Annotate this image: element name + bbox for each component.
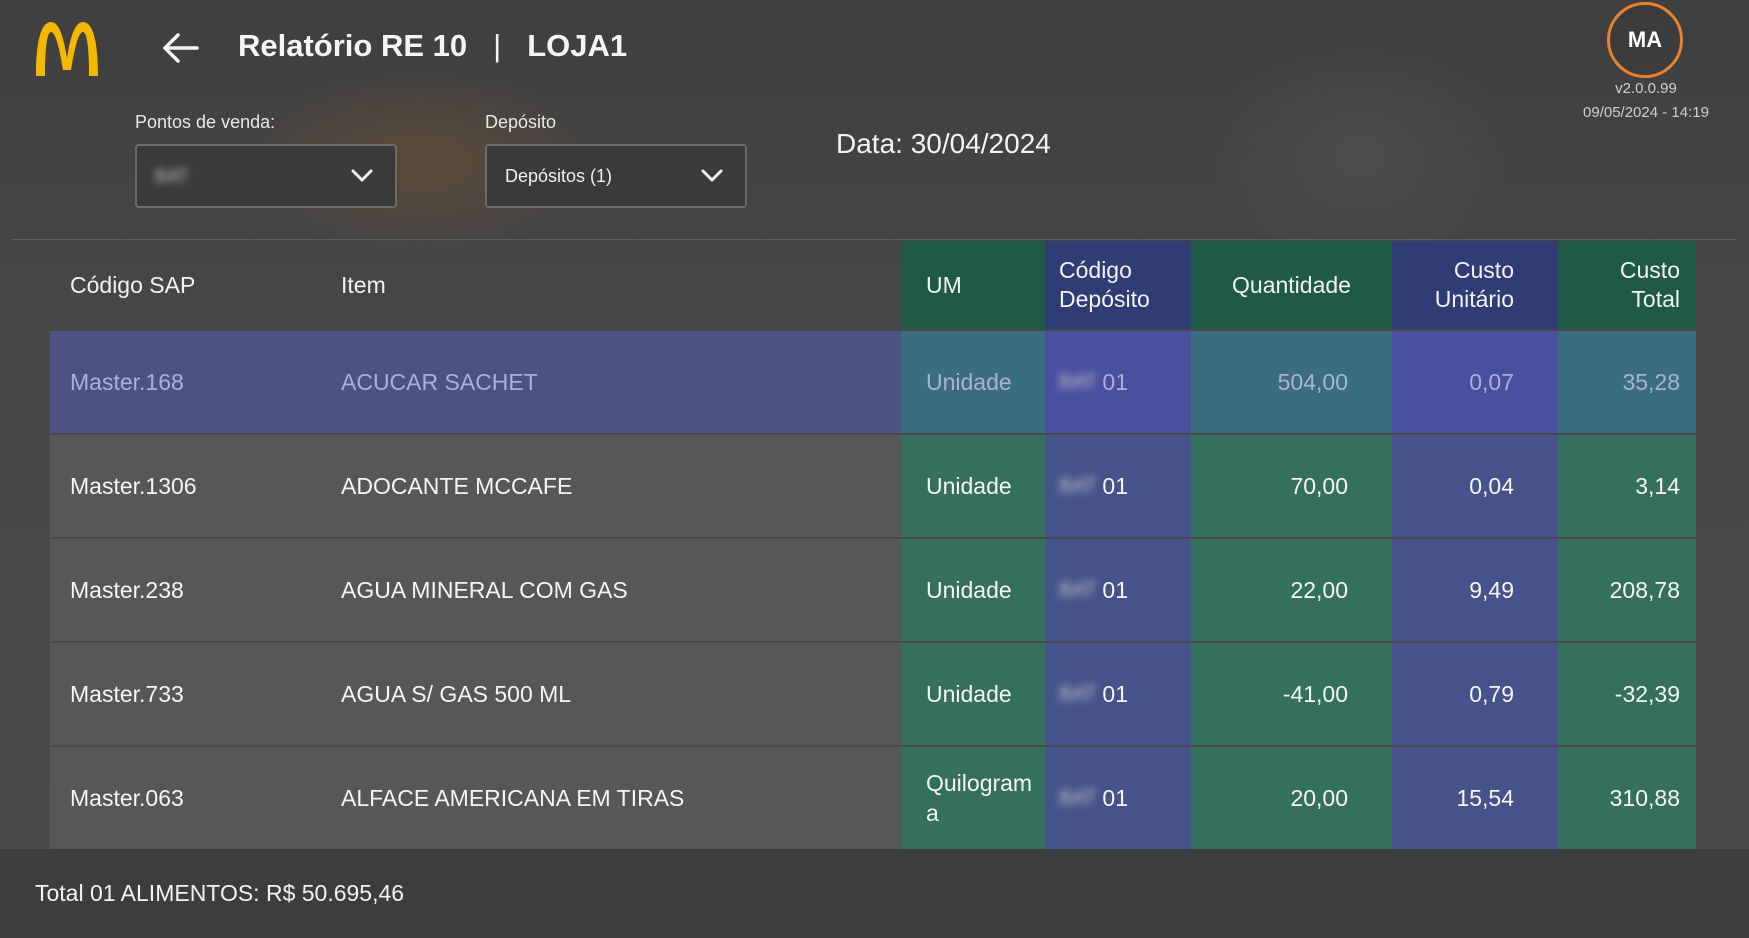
cell-custo-total: 3,14 (1558, 435, 1696, 537)
header-deposito-line1: Código (1059, 257, 1132, 283)
table-row[interactable]: Master.1306 ADOCANTE MCCAFE Unidade BAT 0… (50, 435, 1696, 537)
title-separator: | (493, 28, 502, 63)
cell-codigo-sap: Master.063 (70, 784, 184, 811)
back-arrow-icon (163, 33, 199, 63)
cell-um: Unidade (901, 331, 1045, 433)
cell-um: Unidade (901, 643, 1045, 745)
cell-um: Unidade (901, 435, 1045, 537)
table-row[interactable]: Master.238 AGUA MINERAL COM GAS Unidade … (50, 539, 1696, 641)
cell-codigo-deposito: BAT 01 (1045, 643, 1191, 745)
cell-item: ALFACE AMERICANA EM TIRAS (341, 784, 685, 811)
cell-custo-total: 208,78 (1558, 539, 1696, 641)
cell-codigo-sap: Master.168 (70, 368, 184, 395)
timestamp: 09/05/2024 - 14:19 (1583, 104, 1709, 121)
header-um[interactable]: UM (901, 241, 1045, 329)
total-text: Total 01 ALIMENTOS: R$ 50.695,46 (35, 880, 405, 906)
table-row[interactable]: Master.063 ALFACE AMERICANA EM TIRAS Qui… (50, 747, 1696, 849)
cell-quantidade: 70,00 (1191, 435, 1392, 537)
divider (12, 239, 1736, 240)
header-item[interactable]: Item (320, 241, 900, 329)
cell-um-line2: a (926, 800, 939, 826)
pontos-value: BAT (155, 165, 189, 186)
cell-quantidade: 22,00 (1191, 539, 1392, 641)
cell-codigo-sap: Master.1306 (70, 472, 197, 499)
cell-codigo-sap: Master.733 (70, 680, 184, 707)
deposito-code: 01 (1102, 576, 1129, 603)
deposito-prefix: BAT (1059, 578, 1097, 601)
report-date: Data: 30/04/2024 (836, 128, 1051, 159)
table-header: Código SAP Item UM Código Depósito Quant… (50, 241, 1696, 329)
cell-custo-unitario: 9,49 (1392, 539, 1558, 641)
cell-codigo-deposito: BAT 01 (1045, 435, 1191, 537)
cell-quantidade: -41,00 (1191, 643, 1392, 745)
report-title: Relatório RE 10 (238, 28, 468, 63)
cell-custo-unitario: 0,04 (1392, 435, 1558, 537)
header-custo-total-line1: Custo (1619, 257, 1680, 283)
deposito-select[interactable]: Depósitos (1) (485, 144, 747, 208)
pontos-de-venda-select[interactable]: BAT (135, 144, 397, 208)
header: Relatório RE 10 | LOJA1 MA v2.0.0.99 09/05… (0, 0, 1749, 240)
store-name: LOJA1 (527, 28, 628, 63)
cell-codigo-deposito: BAT 01 (1045, 747, 1191, 849)
table-row[interactable]: Master.168 ACUCAR SACHET Unidade BAT 01 5… (50, 331, 1696, 433)
cell-custo-total: 35,28 (1558, 331, 1696, 433)
cell-quantidade: 20,00 (1191, 747, 1392, 849)
cell-item: ACUCAR SACHET (341, 368, 538, 395)
deposito-code: 01 (1102, 368, 1129, 395)
deposito-code: 01 (1102, 784, 1129, 811)
cell-custo-unitario: 0,07 (1392, 331, 1558, 433)
app-version: v2.0.0.99 (1615, 80, 1677, 97)
header-quantidade[interactable]: Quantidade (1191, 241, 1392, 329)
cell-item: ADOCANTE MCCAFE (341, 472, 573, 499)
avatar-initials: MA (1627, 27, 1663, 52)
cell-custo-total: 310,88 (1558, 747, 1696, 849)
header-deposito-line2: Depósito (1059, 286, 1150, 312)
header-custo-total-line2: Total (1631, 286, 1680, 312)
avatar[interactable]: MA (1607, 2, 1683, 78)
deposito-prefix: BAT (1059, 370, 1097, 393)
cell-item: AGUA MINERAL COM GAS (341, 576, 628, 603)
header-custo-unit-line1: Custo (1453, 257, 1514, 283)
deposito-prefix: BAT (1059, 474, 1097, 497)
header-codigo-sap[interactable]: Código SAP (50, 241, 320, 329)
table-row[interactable]: Master.733 AGUA S/ GAS 500 ML Unidade BA… (50, 643, 1696, 745)
deposito-prefix: BAT (1059, 786, 1097, 809)
page-title: Relatório RE 10 | LOJA1 (238, 28, 627, 64)
cell-custo-total: -32,39 (1558, 643, 1696, 745)
footer-total-bar: Total 01 ALIMENTOS: R$ 50.695,46 (0, 849, 1749, 938)
back-button[interactable] (158, 26, 202, 70)
cell-item: AGUA S/ GAS 500 ML (341, 680, 572, 707)
pontos-label: Pontos de venda: (135, 112, 276, 132)
cell-codigo-sap: Master.238 (70, 576, 184, 603)
deposito-value: Depósitos (1) (505, 165, 613, 186)
deposito-prefix: BAT (1059, 682, 1097, 705)
cell-um-line1: Quilogram (926, 770, 1033, 796)
report-table: Código SAP Item UM Código Depósito Quant… (50, 241, 1696, 849)
chevron-down-icon (351, 169, 373, 182)
cell-um: Quilogram a (901, 747, 1045, 849)
header-custo-unitario[interactable]: Custo Unitário (1392, 241, 1558, 329)
deposito-label: Depósito (485, 112, 557, 132)
deposito-code: 01 (1102, 680, 1129, 707)
header-custo-total[interactable]: Custo Total (1558, 241, 1696, 329)
header-codigo-deposito[interactable]: Código Depósito (1045, 241, 1191, 329)
cell-codigo-deposito: BAT 01 (1045, 331, 1191, 433)
cell-custo-unitario: 0,79 (1392, 643, 1558, 745)
cell-custo-unitario: 15,54 (1392, 747, 1558, 849)
cell-codigo-deposito: BAT 01 (1045, 539, 1191, 641)
chevron-down-icon (701, 169, 723, 182)
deposito-code: 01 (1102, 472, 1129, 499)
mcdonalds-logo[interactable] (32, 18, 102, 78)
header-custo-unit-line2: Unitário (1434, 286, 1514, 312)
cell-quantidade: 504,00 (1191, 331, 1392, 433)
cell-um: Unidade (901, 539, 1045, 641)
